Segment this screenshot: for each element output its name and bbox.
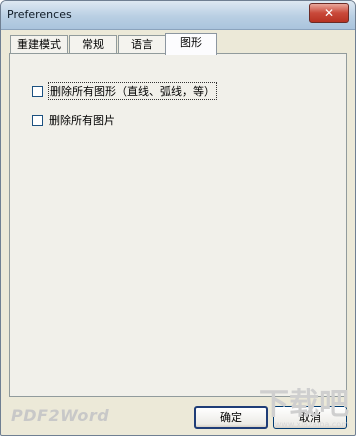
tab-rebuild-mode[interactable]: 重建模式	[10, 35, 68, 53]
close-button[interactable]: ✕	[309, 3, 349, 23]
option-label: 删除所有图片	[49, 114, 115, 127]
option-label: 删除所有图形（直线、弧线，等）	[48, 82, 217, 100]
close-icon: ✕	[323, 6, 335, 20]
tab-panel-graphics: 删除所有图形（直线、弧线，等） 删除所有图片	[9, 53, 347, 397]
option-delete-all-shapes[interactable]: 删除所有图形（直线、弧线，等）	[32, 82, 217, 100]
tab-general[interactable]: 常规	[69, 35, 117, 53]
tab-label: 重建模式	[17, 38, 61, 51]
app-brand-logo: PDF2Word	[11, 406, 110, 425]
watermark-text: 下载吧	[259, 387, 349, 422]
watermark-logo: 下载吧 www.xiazaiba.com	[239, 389, 349, 431]
tab-label: 常规	[82, 38, 104, 51]
preferences-dialog: Preferences ✕ 重建模式 常规 语言 图形 删除所有图形（直线、弧线…	[0, 0, 356, 436]
tab-label: 图形	[180, 36, 202, 49]
tab-language[interactable]: 语言	[118, 35, 166, 53]
checkbox[interactable]	[32, 114, 43, 126]
watermark-site: www.xiazaiba.com	[274, 420, 349, 429]
checkbox[interactable]	[32, 85, 43, 97]
window-title: Preferences	[7, 8, 72, 21]
title-bar: Preferences ✕	[1, 1, 355, 30]
tab-strip: 重建模式 常规 语言 图形	[10, 33, 335, 55]
tab-label: 语言	[131, 38, 153, 51]
option-delete-all-images[interactable]: 删除所有图片	[32, 112, 115, 128]
tab-graphics[interactable]: 图形	[165, 33, 217, 55]
